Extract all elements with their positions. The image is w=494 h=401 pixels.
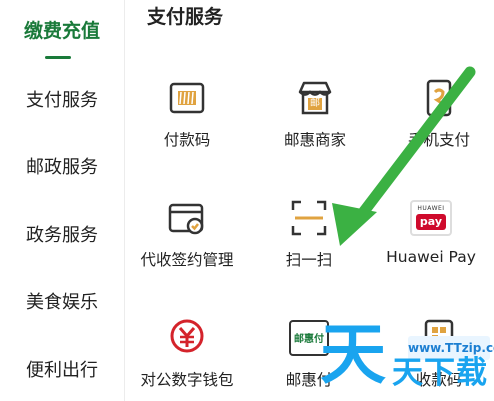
tile-label: 邮惠商家 (283, 131, 346, 149)
phone-pay-icon (419, 78, 459, 118)
tile-label: 付款码 (163, 131, 211, 149)
tile-label: 手机支付 (407, 131, 470, 149)
tile-huawei-pay[interactable]: HUAWEI pay Huawei Pay (372, 198, 490, 278)
payment-code-icon (167, 78, 207, 118)
watermark-logo: 天 (320, 316, 386, 393)
sidebar-item-convenient-travel[interactable]: 便利出行 (0, 356, 124, 382)
huawei-icon-pay: pay (416, 214, 446, 230)
tile-label: 扫一扫 (285, 251, 333, 269)
tile-digital-wallet[interactable]: 对公数字钱包 (128, 318, 246, 398)
section-title: 支付服务 (147, 6, 224, 28)
sidebar-item-payment-recharge[interactable]: 缴费充值 (0, 16, 124, 43)
tile-payment-code[interactable]: 付款码 (128, 78, 246, 158)
tile-label: 代收签约管理 (140, 251, 234, 269)
tile-label: 对公数字钱包 (140, 371, 234, 389)
huawei-icon-brand: HUAWEI (417, 205, 445, 212)
tile-collection-contract[interactable]: 代收签约管理 (128, 198, 246, 278)
tile-merchant[interactable]: 邮 邮惠商家 (256, 78, 374, 158)
sidebar-divider (124, 0, 125, 401)
category-sidebar: 缴费充值 支付服务 邮政服务 政务服务 美食娱乐 便利出行 (0, 0, 124, 401)
tile-phone-pay[interactable]: 手机支付 (380, 78, 494, 158)
tile-label: Huawei Pay (386, 248, 476, 266)
huawei-pay-icon: HUAWEI pay (410, 200, 452, 236)
digital-yuan-wallet-icon (167, 318, 207, 358)
sidebar-item-postal-service[interactable]: 邮政服务 (0, 153, 124, 179)
sidebar-item-payment-service[interactable]: 支付服务 (0, 86, 124, 112)
tile-scan[interactable]: 扫一扫 (250, 198, 368, 278)
collection-contract-icon (167, 198, 207, 238)
merchant-store-icon: 邮 (295, 78, 335, 118)
merchant-icon-glyph: 邮 (310, 98, 320, 109)
scan-icon (289, 198, 329, 238)
sidebar-item-government-service[interactable]: 政务服务 (0, 221, 124, 247)
active-indicator (45, 56, 71, 59)
sidebar-item-food-entertainment[interactable]: 美食娱乐 (0, 288, 124, 314)
watermark-text: 天下载 (392, 355, 488, 391)
